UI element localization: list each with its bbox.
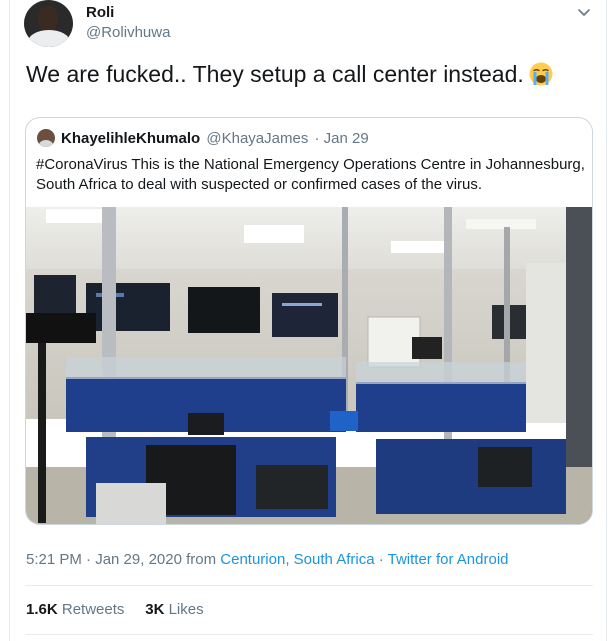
call-centre-photo[interactable] bbox=[26, 207, 592, 524]
retweets-label: Retweets bbox=[61, 601, 125, 618]
quoted-avatar[interactable] bbox=[37, 129, 55, 147]
tweet-stats: 1.6K Retweets 3K Likes bbox=[26, 600, 204, 620]
avatar-face bbox=[38, 6, 58, 32]
quoted-tweet[interactable]: KhayelihleKhumalo @KhayaJames · Jan 29 #… bbox=[25, 117, 593, 525]
divider bbox=[25, 585, 593, 586]
divider bbox=[25, 634, 593, 635]
tweet-timestamp[interactable]: 5:21 PM · Jan 29, 2020 from bbox=[26, 551, 220, 568]
tweet-text-block: We are fucked.. They setup a call center… bbox=[26, 58, 554, 90]
quoted-display-name: KhayelihleKhumalo bbox=[61, 130, 201, 147]
quoted-date: · Jan 29 bbox=[314, 130, 369, 147]
tweet-text: We are fucked.. They setup a call center… bbox=[26, 61, 524, 87]
retweets-count: 1.6K bbox=[26, 601, 58, 618]
avatar[interactable] bbox=[24, 0, 73, 47]
loudly-crying-face-icon bbox=[529, 62, 553, 86]
quoted-avatar-shirt bbox=[39, 140, 53, 147]
meta-separator: · bbox=[374, 551, 388, 568]
tweet-location-link[interactable]: Centurion, South Africa bbox=[220, 551, 374, 568]
retweets-stat[interactable]: 1.6K Retweets bbox=[26, 601, 124, 618]
quoted-header: KhayelihleKhumalo @KhayaJames · Jan 29 bbox=[61, 130, 369, 148]
chevron-down-icon[interactable] bbox=[576, 4, 592, 20]
likes-label: Likes bbox=[168, 601, 204, 618]
likes-stat[interactable]: 3K Likes bbox=[145, 601, 203, 618]
author-display-name[interactable]: Roli bbox=[86, 3, 114, 23]
quoted-text: #CoronaVirus This is the National Emerge… bbox=[36, 156, 585, 193]
tweet-meta: 5:21 PM · Jan 29, 2020 from Centurion, S… bbox=[26, 550, 509, 570]
tweet-source-link[interactable]: Twitter for Android bbox=[388, 551, 509, 568]
author-handle[interactable]: @Rolivhuwa bbox=[86, 23, 170, 43]
avatar-shirt bbox=[28, 30, 70, 47]
quoted-handle: @KhayaJames bbox=[206, 130, 309, 147]
likes-count: 3K bbox=[145, 601, 165, 618]
